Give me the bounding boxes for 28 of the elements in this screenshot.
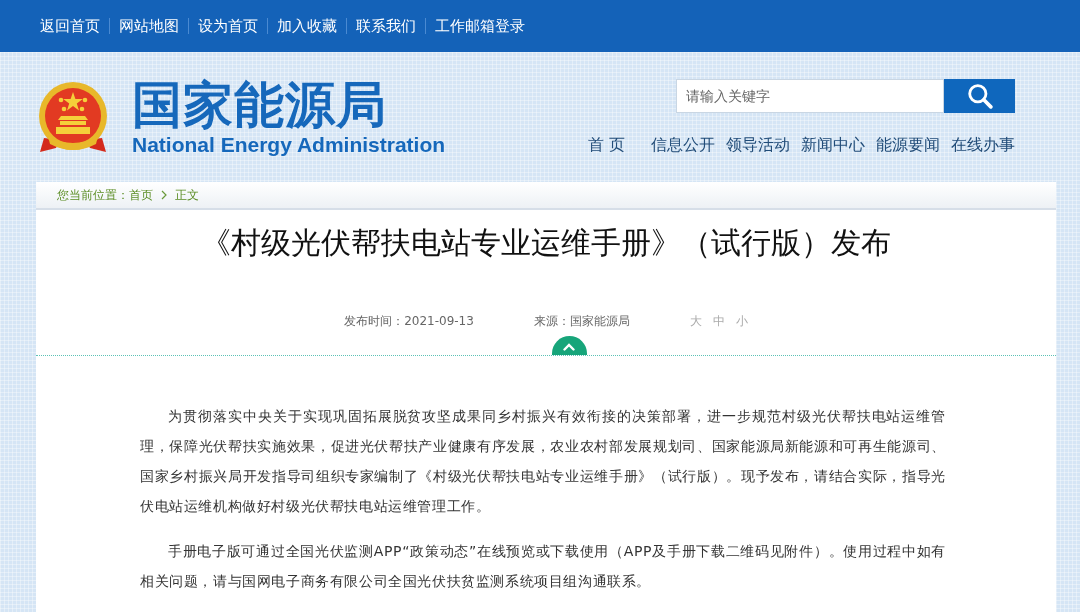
source-label: 来源：国家能源局	[533, 313, 630, 330]
site-name: 国家能源局	[132, 78, 388, 132]
chevron-up-icon	[563, 343, 575, 351]
collapse-button[interactable]	[551, 336, 587, 355]
nav-item[interactable]: 领导活动	[726, 133, 790, 157]
top-link[interactable]: 联系我们	[356, 16, 416, 36]
top-link[interactable]: 返回首页	[40, 16, 100, 36]
top-link[interactable]: 网站地图	[119, 16, 179, 36]
top-link[interactable]: 加入收藏	[277, 16, 337, 36]
publish-date: 发布时间：2021-09-13	[344, 313, 474, 330]
top-link[interactable]: 设为首页	[198, 16, 258, 36]
top-link[interactable]: 工作邮箱登录	[435, 16, 525, 36]
site-name-en: National Energy Administration	[132, 132, 446, 158]
breadcrumb-item: 正文	[175, 186, 199, 204]
search-field[interactable]: 请输入关键字	[676, 79, 944, 113]
search-button[interactable]	[944, 79, 1015, 113]
breadcrumb-item[interactable]: 首页	[129, 186, 153, 204]
article-paragraph: 为贯彻落实中央关于实现巩固拓展脱贫攻坚成果同乡村振兴有效衔接的决策部署，进一步规范村级光伏帮扶电站运维管理，保障光伏帮扶实施效果，促进光伏帮扶产业健康有序发展，农业农村部发展规划司、国家能源局新能源和可再生能源司、国家乡村振兴局开发指导司组织专家编制了《村级光伏帮扶电站专业运维手册》（试行版）。现予发布，请结合实际，指导光伏电站运维机构做好村级光伏帮扶电站运维管理工作。	[140, 407, 946, 516]
nav-item[interactable]: 能源要闻	[876, 133, 940, 157]
nav-item[interactable]: 在线办事	[951, 133, 1015, 157]
chevron-right-icon	[161, 190, 167, 200]
nav-item[interactable]: 新闻中心	[801, 133, 865, 157]
nav-item[interactable]: 首 页	[587, 133, 625, 157]
search-icon	[966, 83, 993, 109]
article-paragraph: 手册电子版可通过全国光伏监测APP“政策动态”在线预览或下载使用（APP及手册下载二维码见附件）。使用过程中如有相关问题，请与国网电子商务有限公司全国光伏扶贫监测系统项目组沟通联系。	[140, 542, 946, 591]
breadcrumb-label: 您当前位置：	[57, 186, 129, 204]
nav-item[interactable]: 信息公开	[651, 133, 715, 157]
article-title: 《村级光伏帮扶电站专业运维手册》（试行版）发布	[200, 224, 892, 262]
